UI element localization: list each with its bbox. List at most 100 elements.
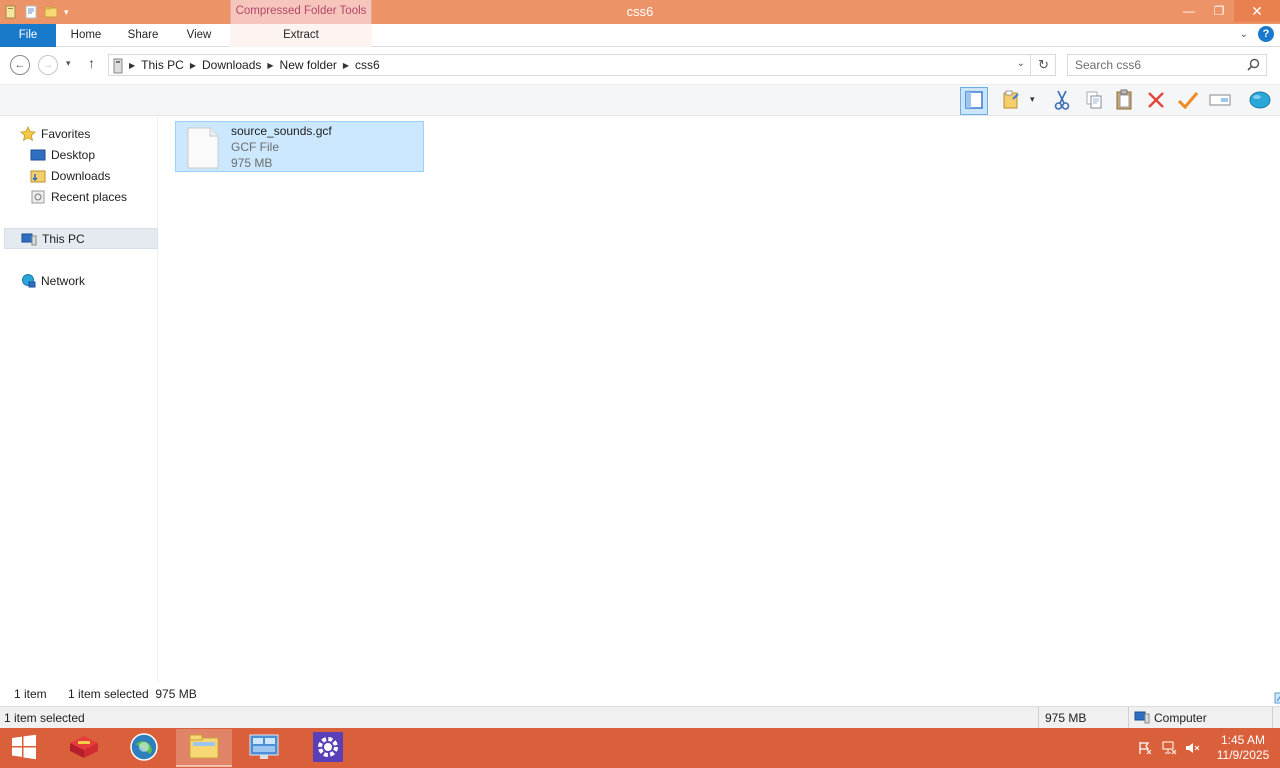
details-bar: 1 item selected 975 MB Computer — [0, 706, 1280, 729]
restore-button[interactable]: ❐ — [1204, 0, 1234, 22]
breadcrumb-css6[interactable]: css6 — [355, 58, 380, 72]
nav-desktop[interactable]: Desktop — [30, 144, 95, 165]
rename-button[interactable] — [1206, 87, 1234, 115]
tab-view[interactable]: View — [172, 24, 226, 47]
back-button[interactable]: ← — [10, 55, 30, 75]
refresh-icon[interactable]: ↻ — [1038, 57, 1049, 73]
delete-button[interactable] — [1142, 87, 1170, 115]
file-name: source_sounds.gcf — [231, 124, 332, 138]
rename-icon — [1209, 92, 1231, 111]
tab-home[interactable]: Home — [58, 24, 114, 47]
file-explorer-icon — [188, 732, 220, 763]
clock-time: 1:45 AM — [1220, 733, 1266, 747]
breadcrumb-separator-icon[interactable]: ▶ — [267, 61, 273, 70]
nav-recent-places[interactable]: Recent places — [30, 186, 127, 207]
address-dropdown-icon[interactable]: ⌄ — [1017, 58, 1025, 69]
preview-pane-icon — [964, 90, 984, 113]
volume-muted-icon[interactable] — [1182, 737, 1204, 759]
search-icon[interactable] — [1247, 58, 1260, 74]
system-tray: 1:45 AM 11/9/2025 — [1134, 728, 1280, 768]
copy-icon — [1084, 90, 1104, 113]
preview-pane-button[interactable] — [960, 87, 988, 115]
nav-this-pc[interactable]: This PC — [4, 228, 158, 249]
breadcrumb-downloads[interactable]: Downloads — [202, 58, 261, 72]
up-button[interactable]: ↑ — [88, 55, 95, 71]
globe-button[interactable] — [1246, 87, 1274, 115]
address-bar[interactable]: ▶ This PC ▶ Downloads ▶ New folder ▶ css… — [108, 54, 1056, 76]
file-list: source_sounds.gcf GCF File 975 MB — [160, 116, 1280, 682]
nav-network[interactable]: Network — [20, 270, 85, 291]
details-location: Computer — [1154, 711, 1207, 725]
breadcrumb-this-pc[interactable]: This PC — [141, 58, 184, 72]
nav-favorites[interactable]: Favorites — [20, 123, 90, 144]
details-divider — [1128, 707, 1129, 729]
search-box[interactable] — [1067, 54, 1267, 76]
taskbar-app-browser[interactable] — [116, 729, 172, 767]
address-row: ← → ▾ ↑ ▶ This PC ▶ Downloads ▶ New fold… — [0, 50, 1280, 80]
details-size: 975 MB — [1045, 711, 1087, 725]
forward-button[interactable]: → — [38, 55, 58, 75]
breadcrumb-separator-icon[interactable]: ▶ — [129, 61, 135, 70]
paste-icon — [1114, 89, 1134, 114]
paste-button[interactable] — [1110, 87, 1138, 115]
help-icon[interactable]: ? — [1258, 26, 1274, 42]
browser-globe-icon — [129, 732, 159, 765]
breadcrumb-separator-icon[interactable]: ▶ — [190, 61, 196, 70]
navigation-pane: Favorites Desktop Downloads Recent place… — [0, 116, 158, 682]
command-toolbar: ▾ — [0, 84, 1280, 116]
breadcrumb-separator-icon[interactable]: ▶ — [343, 61, 349, 70]
clock[interactable]: 1:45 AM 11/9/2025 — [1206, 733, 1280, 763]
app-icon[interactable] — [4, 5, 18, 19]
details-selected: 1 item selected — [4, 711, 85, 725]
qat-dropdown-icon[interactable]: ▾ — [64, 5, 78, 19]
cut-icon — [1052, 89, 1072, 114]
nav-recent-places-label: Recent places — [51, 189, 128, 204]
start-button[interactable] — [0, 728, 48, 768]
search-input[interactable] — [1068, 55, 1238, 75]
status-selection: 1 item selected 975 MB — [68, 687, 197, 701]
taskbar-app-file-explorer[interactable] — [176, 729, 232, 767]
recent-locations-dropdown[interactable]: ▾ — [66, 58, 71, 69]
check-icon — [1177, 90, 1199, 113]
status-item-count: 1 item — [14, 687, 47, 701]
taskbar-app-settings[interactable] — [300, 729, 356, 767]
expand-ribbon-icon[interactable]: ⌄ — [1240, 29, 1248, 40]
properties-icon[interactable] — [24, 5, 38, 19]
nav-network-label: Network — [41, 273, 86, 288]
gear-icon — [313, 731, 343, 765]
archive-app-icon — [68, 733, 100, 764]
up-arrow-icon: ↑ — [88, 55, 95, 71]
network-status-icon[interactable] — [1158, 737, 1180, 759]
file-icon — [186, 127, 220, 172]
file-tile[interactable]: source_sounds.gcf GCF File 975 MB — [175, 121, 424, 172]
context-tab-header: Compressed Folder Tools — [230, 0, 372, 24]
nav-downloads[interactable]: Downloads — [30, 165, 110, 186]
close-button[interactable]: ✕ — [1234, 0, 1280, 22]
taskbar-app-remote-desktop[interactable] — [236, 729, 292, 767]
details-divider — [1272, 707, 1273, 729]
tab-file[interactable]: File — [0, 24, 56, 47]
status-bar: 1 item 1 item selected 975 MB — [0, 682, 1280, 706]
folder-options-button[interactable] — [998, 87, 1026, 115]
minimize-button[interactable]: — — [1174, 0, 1204, 22]
copy-button[interactable] — [1080, 87, 1108, 115]
computer-icon — [21, 231, 37, 247]
tab-share[interactable]: Share — [116, 24, 170, 47]
breadcrumb-new-folder[interactable]: New folder — [280, 58, 337, 72]
folder-options-dropdown-icon[interactable]: ▾ — [1030, 94, 1035, 105]
new-folder-icon[interactable] — [44, 5, 58, 19]
taskbar-app-winrar[interactable] — [56, 729, 112, 767]
cut-button[interactable] — [1048, 87, 1076, 115]
nav-downloads-label: Downloads — [51, 168, 111, 183]
desktop-icon — [30, 147, 46, 163]
properties-check-button[interactable] — [1174, 87, 1202, 115]
nav-this-pc-label: This PC — [42, 231, 85, 246]
forward-arrow-icon: → — [42, 59, 54, 71]
details-divider — [1038, 707, 1039, 729]
action-center-flag-icon[interactable] — [1134, 737, 1156, 759]
tab-extract[interactable]: Extract — [230, 24, 372, 47]
clock-date: 11/9/2025 — [1216, 748, 1270, 762]
quick-access-toolbar: ▾ — [0, 0, 78, 24]
details-computer-icon — [1134, 711, 1150, 727]
file-type: GCF File — [231, 140, 279, 154]
